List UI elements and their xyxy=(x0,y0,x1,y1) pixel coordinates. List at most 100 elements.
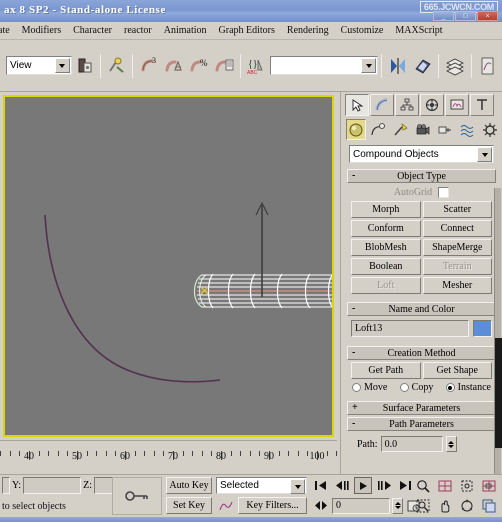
lock-selection-toggle[interactable] xyxy=(112,477,162,515)
region-zoom-icon[interactable] xyxy=(414,497,432,514)
conform-button[interactable]: Conform xyxy=(351,220,421,237)
key-mode-dropdown[interactable]: Selected xyxy=(216,477,307,494)
creation-method-rollout-header[interactable]: - Creation Method xyxy=(347,346,496,360)
play-animation-icon[interactable] xyxy=(354,477,372,494)
pan-icon[interactable] xyxy=(436,497,454,514)
path-spinner[interactable] xyxy=(445,436,457,452)
lights-category[interactable] xyxy=(391,119,411,140)
menu-item-reactor[interactable]: reactor xyxy=(118,24,158,37)
scatter-button[interactable]: Scatter xyxy=(422,201,492,218)
select-and-link-icon[interactable] xyxy=(73,54,96,78)
current-frame-field[interactable]: 0 xyxy=(332,497,390,514)
object-name-input[interactable]: Loft13 xyxy=(351,320,469,337)
get-shape-button[interactable]: Get Shape xyxy=(422,362,492,379)
helpers-category[interactable] xyxy=(435,119,455,140)
boolean-button[interactable]: Boolean xyxy=(351,258,421,275)
move-radio-item[interactable]: Move xyxy=(352,382,387,393)
go-to-start-icon[interactable] xyxy=(312,477,330,494)
key-mode-toggle-icon[interactable] xyxy=(312,497,330,514)
chevron-down-icon[interactable] xyxy=(361,58,377,73)
coord-y-field[interactable] xyxy=(23,477,82,494)
current-frame-spinner[interactable] xyxy=(392,497,403,514)
manipulate-icon[interactable] xyxy=(213,54,236,78)
geometry-category[interactable] xyxy=(346,119,367,140)
rollout-toggle-sign[interactable]: + xyxy=(352,402,358,414)
next-frame-icon[interactable] xyxy=(375,477,393,494)
perspective-viewport[interactable] xyxy=(3,95,334,437)
reference-coordinate-system-dropdown[interactable]: View xyxy=(6,56,72,75)
key-filters-button[interactable]: Key Filters... xyxy=(238,497,307,514)
chevron-down-icon[interactable] xyxy=(477,147,492,162)
curve-editor-icon[interactable] xyxy=(476,54,499,78)
motion-tab[interactable] xyxy=(420,94,444,116)
mesher-button[interactable]: Mesher xyxy=(422,277,492,294)
mirror-icon[interactable] xyxy=(386,54,409,78)
zoom-extents-all-icon[interactable] xyxy=(480,477,498,494)
instance-radio-item[interactable]: Instance xyxy=(445,382,491,393)
menu-item-create[interactable]: ate xyxy=(0,24,16,37)
command-panel-scrollbar[interactable] xyxy=(494,188,502,475)
menu-item-modifiers[interactable]: Modifiers xyxy=(16,24,67,37)
select-by-name-icon[interactable] xyxy=(163,54,186,78)
bind-to-space-warp-icon[interactable] xyxy=(105,54,128,78)
menu-item-graph-editors[interactable]: Graph Editors xyxy=(213,24,281,37)
zoom-icon[interactable] xyxy=(414,477,432,494)
move-radio[interactable] xyxy=(352,383,361,392)
rollout-toggle-sign[interactable]: - xyxy=(352,170,355,182)
path-input[interactable]: 0.0 xyxy=(380,436,443,452)
go-to-end-icon[interactable] xyxy=(396,477,414,494)
copy-radio[interactable] xyxy=(399,383,409,392)
chevron-down-icon[interactable] xyxy=(54,58,70,73)
rollout-toggle-sign[interactable]: - xyxy=(352,347,355,359)
rollout-toggle-sign[interactable]: - xyxy=(352,418,355,430)
previous-frame-icon[interactable] xyxy=(333,477,351,494)
menu-item-animation[interactable]: Animation xyxy=(158,24,213,37)
object-color-swatch[interactable] xyxy=(473,320,492,337)
menu-item-rendering[interactable]: Rendering xyxy=(281,24,335,37)
name-and-color-rollout-header[interactable]: - Name and Color xyxy=(347,302,496,316)
timeline-ruler[interactable]: 40 50 60 70 80 90 100 xyxy=(0,440,337,474)
systems-category[interactable] xyxy=(480,119,500,140)
named-selection-sets-icon[interactable]: {} ABC xyxy=(245,54,268,78)
align-icon[interactable] xyxy=(411,54,434,78)
morph-button[interactable]: Morph xyxy=(351,201,421,218)
hierarchy-tab[interactable] xyxy=(395,94,419,116)
shapemerge-button[interactable]: ShapeMerge xyxy=(422,239,492,256)
menu-item-customize[interactable]: Customize xyxy=(335,24,390,37)
close-button[interactable]: × xyxy=(477,11,498,21)
get-path-button[interactable]: Get Path xyxy=(351,362,421,379)
surface-parameters-rollout-header[interactable]: + Surface Parameters xyxy=(347,401,496,415)
maximize-button[interactable]: □ xyxy=(455,11,476,21)
select-object-icon[interactable]: 3 xyxy=(137,54,160,78)
zoom-extents-icon[interactable] xyxy=(458,477,476,494)
coord-x-field[interactable] xyxy=(2,477,10,494)
shapes-category[interactable] xyxy=(368,119,388,140)
object-category-dropdown[interactable]: Compound Objects xyxy=(349,145,494,163)
layer-manager-icon[interactable] xyxy=(443,54,466,78)
utilities-tab[interactable] xyxy=(470,94,494,116)
copy-radio-item[interactable]: Copy xyxy=(399,382,433,393)
object-type-rollout-header[interactable]: - Object Type xyxy=(347,169,496,183)
key-curve-toggle[interactable] xyxy=(216,497,236,514)
rollout-toggle-sign[interactable]: - xyxy=(352,303,355,315)
named-selection-set-input[interactable] xyxy=(269,56,379,75)
maximize-viewport-icon[interactable] xyxy=(480,497,498,514)
arc-rotate-icon[interactable] xyxy=(458,497,476,514)
create-tab[interactable] xyxy=(345,94,369,116)
modify-tab[interactable] xyxy=(370,94,394,116)
menu-item-maxscript[interactable]: MAXScript xyxy=(389,24,448,37)
blobmesh-button[interactable]: BlobMesh xyxy=(351,239,421,256)
minimize-button[interactable]: _ xyxy=(433,11,454,21)
chevron-down-icon[interactable] xyxy=(290,479,305,494)
path-parameters-rollout-header[interactable]: - Path Parameters xyxy=(347,417,496,431)
scrollbar-thumb[interactable] xyxy=(495,338,502,448)
connect-button[interactable]: Connect xyxy=(422,220,492,237)
set-key-button[interactable]: Set Key xyxy=(166,497,212,514)
auto-key-button[interactable]: Auto Key xyxy=(166,477,212,494)
menu-item-character[interactable]: Character xyxy=(67,24,118,37)
zoom-all-icon[interactable] xyxy=(436,477,454,494)
space-warps-category[interactable] xyxy=(457,119,477,140)
autogrid-checkbox[interactable] xyxy=(438,186,450,198)
display-tab[interactable] xyxy=(445,94,469,116)
instance-radio[interactable] xyxy=(445,383,455,392)
